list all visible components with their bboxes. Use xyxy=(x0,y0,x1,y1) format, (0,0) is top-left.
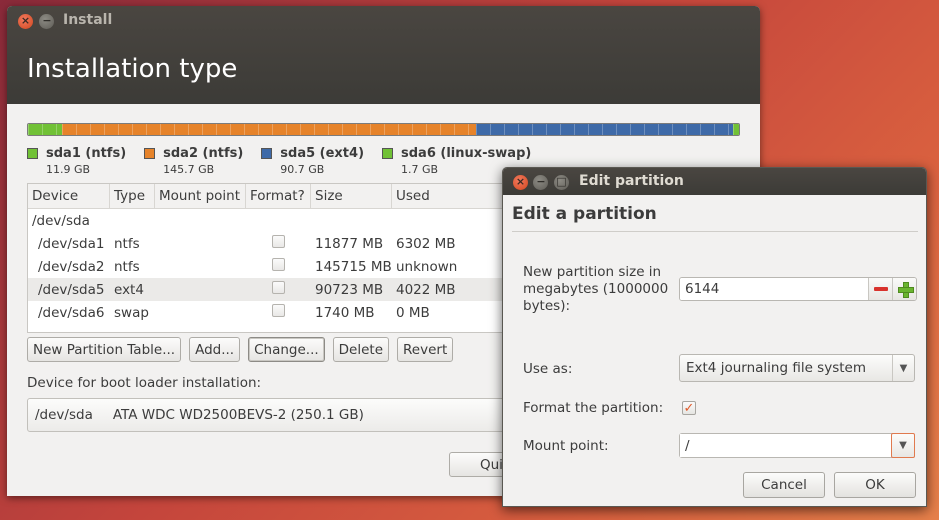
boot-loader-label: Device for boot loader installation: xyxy=(27,375,262,391)
size-cell: 11877 MB xyxy=(315,235,384,252)
used-cell: unknown xyxy=(396,258,458,275)
use-as-select[interactable]: Ext4 journaling file system ▼ xyxy=(679,354,915,382)
partition-bar-sda2 xyxy=(61,124,476,135)
close-icon[interactable]: × xyxy=(18,13,33,29)
use-as-value: Ext4 journaling file system xyxy=(686,360,866,376)
size-cell: 145715 MB xyxy=(315,258,392,275)
legend-item: sda2 (ntfs) 145.7 GB xyxy=(144,146,243,176)
increment-button[interactable] xyxy=(892,278,916,300)
partition-bar-sda1 xyxy=(28,124,62,135)
used-cell: 4022 MB xyxy=(396,281,456,298)
partition-size-label: New partition size in megabytes (1000000… xyxy=(523,264,669,314)
dialog-heading: Edit a partition xyxy=(512,204,657,224)
close-icon[interactable]: × xyxy=(513,174,528,190)
legend-item: sda1 (ntfs) 11.9 GB xyxy=(27,146,126,176)
format-cell xyxy=(246,235,311,252)
color-swatch xyxy=(261,148,273,159)
table-buttons: New Partition Table... Add... Change... … xyxy=(27,337,461,362)
minimize-icon[interactable]: − xyxy=(39,13,55,29)
type-cell: ntfs xyxy=(114,258,140,275)
column-header-type[interactable]: Type xyxy=(110,184,155,208)
partition-bar xyxy=(27,123,740,136)
new-partition-table-button[interactable]: New Partition Table... xyxy=(27,337,182,362)
device-cell: /dev/sda xyxy=(32,212,90,229)
partition-bar-sda6 xyxy=(733,124,739,135)
format-partition-label: Format the partition: xyxy=(523,400,664,416)
format-checkbox[interactable] xyxy=(272,304,285,317)
mount-point-input[interactable] xyxy=(680,434,891,457)
format-cell xyxy=(246,304,311,321)
device-cell: /dev/sda5 xyxy=(38,281,105,298)
type-cell: ext4 xyxy=(114,281,144,298)
cancel-button[interactable]: Cancel xyxy=(743,472,825,498)
dropdown-arrow-icon: ▼ xyxy=(899,440,907,451)
format-cell xyxy=(246,258,311,275)
legend-name: sda1 (ntfs) xyxy=(46,146,127,161)
partition-bar-sda5 xyxy=(475,124,734,135)
legend-name: sda5 (ext4) xyxy=(280,146,365,161)
type-cell: swap xyxy=(114,304,149,321)
column-header-size[interactable]: Size xyxy=(311,184,392,208)
dropdown-arrow-icon: ▼ xyxy=(892,355,914,381)
device-cell: /dev/sda6 xyxy=(38,304,105,321)
edit-partition-dialog: × − □ Edit partition Edit a partition Ne… xyxy=(502,167,927,507)
device-cell: /dev/sda1 xyxy=(38,235,105,252)
format-cell xyxy=(246,281,311,298)
dialog-title: Edit partition xyxy=(579,173,684,189)
legend-size: 11.9 GB xyxy=(46,163,91,176)
plus-icon xyxy=(897,282,914,298)
partition-legend: sda1 (ntfs) 11.9 GB sda2 (ntfs) 145.7 GB… xyxy=(27,146,549,176)
size-cell: 90723 MB xyxy=(315,281,384,298)
legend-item: sda5 (ext4) 90.7 GB xyxy=(261,146,364,176)
column-header-used[interactable]: Used xyxy=(392,184,512,208)
add-button[interactable]: Add... xyxy=(189,337,241,362)
color-swatch xyxy=(382,148,394,159)
legend-size: 145.7 GB xyxy=(163,163,215,176)
mount-point-dropdown-button[interactable]: ▼ xyxy=(891,433,915,458)
maximize-icon[interactable]: □ xyxy=(553,174,569,190)
ok-button[interactable]: OK xyxy=(834,472,916,498)
column-header-mount[interactable]: Mount point xyxy=(155,184,246,208)
color-swatch xyxy=(27,148,38,159)
boot-device: /dev/sda xyxy=(35,407,93,423)
column-header-format[interactable]: Format? xyxy=(246,184,311,208)
partition-size-input[interactable] xyxy=(680,278,868,300)
legend-size: 90.7 GB xyxy=(280,163,325,176)
legend-name: sda6 (linux-swap) xyxy=(401,146,532,161)
use-as-label: Use as: xyxy=(523,361,573,377)
format-checkbox[interactable] xyxy=(272,235,285,248)
mount-point-label: Mount point: xyxy=(523,438,609,454)
format-checkbox[interactable] xyxy=(272,258,285,271)
delete-button[interactable]: Delete xyxy=(332,337,390,362)
color-swatch xyxy=(144,148,156,159)
partition-size-stepper xyxy=(679,277,917,301)
page-title: Installation type xyxy=(27,54,238,84)
divider xyxy=(512,231,918,232)
decrement-button[interactable] xyxy=(868,278,892,300)
used-cell: 0 MB xyxy=(396,304,430,321)
main-titlebar: × − Install Installation type xyxy=(7,6,760,104)
boot-device-description: ATA WDC WD2500BEVS-2 (250.1 GB) xyxy=(112,407,364,423)
window-title: Install xyxy=(63,12,113,28)
mount-point-combo: ▼ xyxy=(679,433,915,458)
column-header-device[interactable]: Device xyxy=(28,184,110,208)
dialog-titlebar: × − □ Edit partition xyxy=(503,168,926,195)
type-cell: ntfs xyxy=(114,235,140,252)
size-cell: 1740 MB xyxy=(315,304,375,321)
check-icon: ✓ xyxy=(683,400,695,416)
revert-button[interactable]: Revert xyxy=(397,337,454,362)
legend-name: sda2 (ntfs) xyxy=(163,146,244,161)
used-cell: 6302 MB xyxy=(396,235,456,252)
change-button[interactable]: Change... xyxy=(248,337,325,362)
minimize-icon[interactable]: − xyxy=(533,174,549,190)
minus-icon xyxy=(873,287,888,291)
format-partition-checkbox[interactable]: ✓ xyxy=(682,401,696,415)
format-checkbox[interactable] xyxy=(272,281,285,294)
device-cell: /dev/sda2 xyxy=(38,258,105,275)
